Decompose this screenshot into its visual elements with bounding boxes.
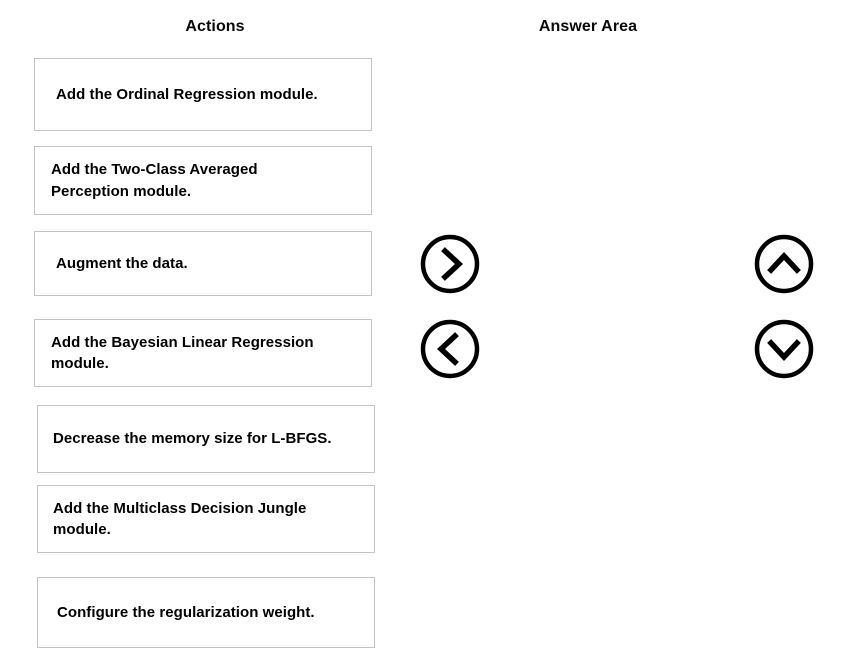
chevron-down-circle-icon: [754, 319, 814, 379]
action-card-label: Add the Multiclass Decision Jungle modul…: [53, 499, 307, 539]
move-down-button[interactable]: [754, 319, 814, 379]
action-card-label: Add the Bayesian Linear Regression modul…: [51, 333, 314, 373]
question-canvas: Actions Answer Area Add the Ordinal Regr…: [0, 0, 854, 659]
answer-area-dropzone[interactable]: [500, 50, 740, 220]
action-card[interactable]: Add the Multiclass Decision Jungle modul…: [37, 485, 375, 553]
actions-column-header: Actions: [185, 18, 245, 35]
action-card-label: Augment the data.: [56, 254, 188, 272]
chevron-left-circle-icon: [420, 319, 480, 379]
action-card[interactable]: Add the Ordinal Regression module.: [34, 58, 372, 131]
move-left-button[interactable]: [420, 319, 480, 379]
action-card-label: Decrease the memory size for L-BFGS.: [53, 430, 332, 448]
move-right-button[interactable]: [420, 234, 480, 294]
action-card[interactable]: Configure the regularization weight.: [37, 577, 375, 648]
move-up-button[interactable]: [754, 234, 814, 294]
action-card[interactable]: Augment the data.: [34, 231, 372, 296]
answer-area-column-header: Answer Area: [538, 18, 638, 35]
chevron-up-circle-icon: [754, 234, 814, 294]
action-card-label: Configure the regularization weight.: [57, 603, 315, 621]
action-card-label: Add the Ordinal Regression module.: [56, 85, 318, 103]
chevron-right-circle-icon: [420, 234, 480, 294]
action-card[interactable]: Add the Two-Class Averaged Perception mo…: [34, 146, 372, 215]
action-card[interactable]: Decrease the memory size for L-BFGS.: [37, 405, 375, 473]
action-card-label: Add the Two-Class Averaged Perception mo…: [51, 161, 258, 200]
action-card[interactable]: Add the Bayesian Linear Regression modul…: [34, 319, 372, 387]
